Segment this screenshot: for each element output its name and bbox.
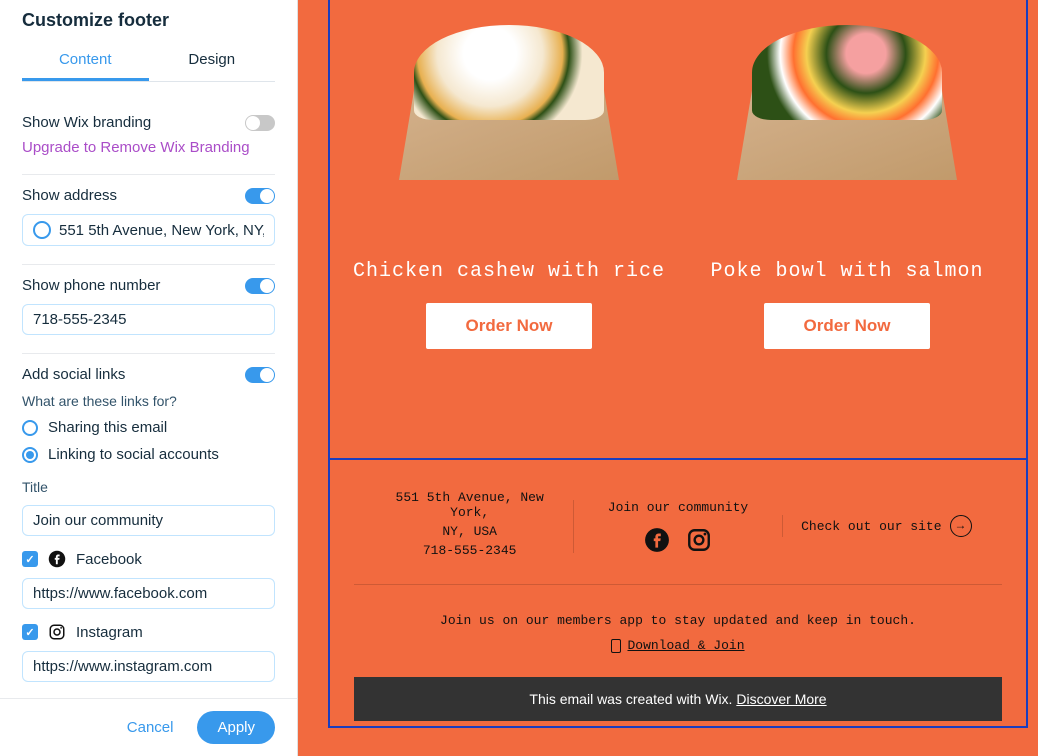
product-card: Chicken cashew with rice Order Now — [340, 0, 678, 349]
arrow-right-icon: → — [950, 515, 972, 537]
download-row: Download & Join — [354, 638, 1002, 653]
email-preview: Chicken cashew with rice Order Now Poke … — [298, 0, 1038, 756]
discover-more-link[interactable]: Discover More — [736, 691, 826, 707]
social-title-input[interactable] — [33, 512, 264, 529]
tabs: Content Design — [22, 41, 275, 82]
footer-columns: 551 5th Avenue, New York, NY, USA 718-55… — [354, 490, 1002, 585]
product-image — [379, 0, 639, 230]
radio-share-label: Sharing this email — [48, 419, 167, 436]
facebook-icon — [48, 550, 66, 568]
radio-link-accounts[interactable]: Linking to social accounts — [22, 446, 275, 463]
sidebar-scroll[interactable]: Customize footer Content Design Show Wix… — [0, 0, 297, 698]
product-name: Chicken cashew with rice — [353, 260, 665, 283]
tab-design[interactable]: Design — [149, 41, 276, 81]
instagram-row: Instagram — [22, 623, 275, 641]
footer-address-line1: 551 5th Avenue, New York, — [378, 490, 561, 520]
footer-facebook-icon[interactable] — [644, 527, 670, 553]
product-image — [717, 0, 977, 230]
footer-phone: 718-555-2345 — [378, 543, 561, 558]
footer-address-line2: NY, USA — [378, 524, 561, 539]
social-title-wrap — [22, 505, 275, 536]
email-footer-selected[interactable]: 551 5th Avenue, New York, NY, USA 718-55… — [328, 458, 1028, 728]
phone-section: Show phone number — [22, 265, 275, 354]
radio-link-label: Linking to social accounts — [48, 446, 219, 463]
social-toggle[interactable] — [245, 367, 275, 383]
site-link-label: Check out our site — [801, 519, 941, 534]
branding-toggle[interactable] — [245, 115, 275, 131]
facebook-url-input[interactable] — [33, 585, 264, 602]
upgrade-link[interactable]: Upgrade to Remove Wix Branding — [22, 139, 275, 156]
social-helper: What are these links for? — [22, 393, 275, 409]
wix-branding-text: This email was created with Wix. — [529, 691, 736, 707]
social-section: Add social links What are these links fo… — [22, 354, 275, 698]
radio-share-email[interactable]: Sharing this email — [22, 419, 275, 436]
phone-label: Show phone number — [22, 277, 160, 294]
social-label: Add social links — [22, 366, 125, 383]
product-card: Poke bowl with salmon Order Now — [678, 0, 1016, 349]
radio-share-icon — [22, 420, 38, 436]
instagram-url-input[interactable] — [33, 658, 264, 675]
order-now-button[interactable]: Order Now — [764, 303, 931, 349]
address-label: Show address — [22, 187, 117, 204]
panel-title: Customize footer — [22, 10, 275, 41]
instagram-name: Instagram — [76, 624, 143, 641]
footer-instagram-icon[interactable] — [686, 527, 712, 553]
address-section: Show address — [22, 175, 275, 265]
panel-actions: Cancel Apply — [0, 698, 297, 756]
phone-input-wrap — [22, 304, 275, 335]
address-input-wrap — [22, 214, 275, 246]
order-now-button[interactable]: Order Now — [426, 303, 593, 349]
instagram-icon — [48, 623, 66, 641]
instagram-checkbox[interactable] — [22, 624, 38, 640]
community-title: Join our community — [586, 500, 769, 515]
phone-icon — [611, 639, 621, 653]
radio-link-icon — [22, 447, 38, 463]
branding-section: Show Wix branding Upgrade to Remove Wix … — [22, 102, 275, 175]
products-row: Chicken cashew with rice Order Now Poke … — [330, 0, 1026, 389]
apply-button[interactable]: Apply — [197, 711, 275, 744]
cancel-button[interactable]: Cancel — [113, 711, 188, 744]
phone-toggle[interactable] — [245, 278, 275, 294]
facebook-url-wrap — [22, 578, 275, 609]
wix-branding-bar: This email was created with Wix. Discove… — [354, 677, 1002, 721]
address-toggle[interactable] — [245, 188, 275, 204]
facebook-row: Facebook — [22, 550, 275, 568]
address-input[interactable] — [59, 222, 264, 239]
instagram-url-wrap — [22, 651, 275, 682]
members-text: Join us on our members app to stay updat… — [354, 613, 1002, 628]
social-title-label: Title — [22, 479, 275, 495]
product-name: Poke bowl with salmon — [710, 260, 983, 283]
footer-address-col: 551 5th Avenue, New York, NY, USA 718-55… — [366, 490, 573, 562]
footer-site-col: Check out our site → — [782, 515, 990, 537]
footer-community-col: Join our community — [573, 500, 781, 553]
download-join-link[interactable]: Download & Join — [627, 638, 744, 653]
footer-social-icons — [586, 527, 769, 553]
email-canvas: Chicken cashew with rice Order Now Poke … — [298, 0, 1038, 756]
customize-footer-panel: Customize footer Content Design Show Wix… — [0, 0, 298, 756]
tab-content[interactable]: Content — [22, 41, 149, 81]
facebook-name: Facebook — [76, 551, 142, 568]
facebook-checkbox[interactable] — [22, 551, 38, 567]
site-link[interactable]: Check out our site → — [801, 515, 971, 537]
branding-label: Show Wix branding — [22, 114, 151, 131]
phone-input[interactable] — [33, 311, 264, 328]
